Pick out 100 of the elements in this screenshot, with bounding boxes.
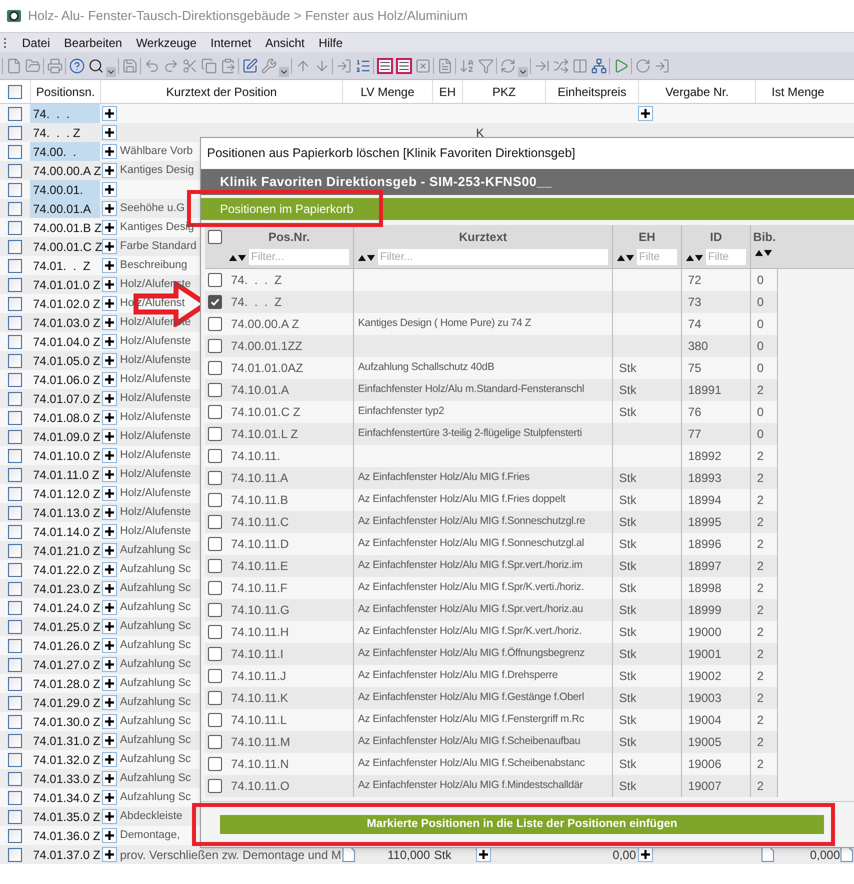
row-checkbox[interactable] [8,410,22,424]
row-checkbox[interactable] [8,164,22,178]
row-checkbox[interactable] [8,258,22,272]
row-checkbox[interactable] [8,696,22,710]
checkbox[interactable] [208,405,222,419]
checkbox[interactable] [208,383,222,397]
table-row[interactable]: 74.10.11.F Az Einfachfenster Holz/Alu MIG f.Spr/K.verti./horiz. Stk 18998 2 [205,577,778,599]
plus-icon[interactable] [102,448,116,463]
plus-icon[interactable] [102,391,116,406]
plus-icon[interactable] [102,106,116,121]
row-checkbox[interactable] [8,600,22,614]
lines-icon[interactable] [396,58,412,74]
help-icon[interactable] [69,58,85,74]
row-checkbox[interactable] [8,544,22,558]
table-row[interactable]: 74.10.11.L Az Einfachfenster Holz/Alu MIG f.Fenstergriff m.Rc Stk 19004 2 [205,709,778,731]
play-icon[interactable] [613,58,629,74]
checkbox[interactable] [208,735,222,749]
row-checkbox[interactable] [8,810,22,824]
row-checkbox[interactable] [8,430,22,444]
plus-icon[interactable] [102,486,116,501]
row-checkbox[interactable] [8,278,22,292]
plus-icon[interactable] [102,201,116,216]
menu-item[interactable]: Bearbeiten [57,34,130,52]
plus-icon[interactable] [102,220,116,235]
plus-icon[interactable] [102,258,116,273]
checkbox[interactable] [208,515,222,529]
table-row[interactable]: 74.10.11.C Az Einfachfenster Holz/Alu MIG f.Sonneschutzgl.re Stk 18995 2 [205,511,778,533]
table-row[interactable]: 74.10.11.M Az Einfachfenster Holz/Alu MIG f.Scheibenaufbau Stk 19005 2 [205,731,778,753]
checkbox[interactable] [208,581,222,595]
edit-icon[interactable] [242,58,258,74]
table-row[interactable]: 74.10.11.O Az Einfachfenster Holz/Alu MIG f.Mindestschalldär Stk 19007 2 [205,775,778,797]
sort-arrows-icon[interactable] [617,254,634,260]
plus-icon[interactable] [102,600,116,615]
plus-icon[interactable] [102,847,116,862]
document-icon[interactable] [761,847,774,862]
plus-icon[interactable] [102,676,116,691]
row-checkbox[interactable] [8,448,22,462]
checkbox[interactable] [208,625,222,639]
plus-icon[interactable] [102,657,116,672]
row-checkbox[interactable] [8,790,22,804]
row-checkbox[interactable] [8,562,22,576]
row-checkbox[interactable] [8,658,22,672]
column-header[interactable]: Ist Menge [755,80,840,103]
column-header[interactable]: ID [710,228,722,246]
row-checkbox[interactable] [8,126,22,140]
row-checkbox[interactable] [8,848,22,862]
checkbox[interactable] [208,647,222,661]
checkbox[interactable] [208,493,222,507]
dropdown-icon[interactable] [279,67,289,77]
column-header[interactable]: Vergabe Nr. [638,80,755,103]
dropdown-icon[interactable] [106,67,116,77]
plus-icon[interactable] [102,239,116,254]
checkbox[interactable] [208,537,222,551]
table-row[interactable]: 74.10.01.A Einfachfenster Holz/Alu m.Standard-Fensteranschl Stk 18991 2 [205,379,778,401]
plus-icon[interactable] [476,847,491,862]
column-header[interactable]: EH [432,80,462,103]
checkbox[interactable] [208,339,222,353]
row-checkbox[interactable] [8,240,22,254]
sort-arrows-icon[interactable] [755,249,772,256]
plus-icon[interactable] [638,106,653,121]
plus-icon[interactable] [102,125,116,140]
row-checkbox[interactable] [8,106,22,120]
plus-icon[interactable] [102,771,116,786]
column-header[interactable]: EH [638,228,656,246]
numbered-list-icon[interactable] [355,58,371,74]
row-checkbox[interactable] [8,372,22,386]
table-row[interactable]: 74.00.00.A Z Kantiges Design ( Home Pure) zu 74 Z 74 0 [205,313,778,335]
search-icon[interactable] [88,58,104,74]
filter-field[interactable]: Filte [706,249,746,265]
plus-icon[interactable] [102,296,116,311]
row-checkbox[interactable] [8,316,22,330]
checkbox[interactable] [208,230,222,244]
table-row[interactable]: 74.10.11.B Az Einfachfenster Holz/Alu MIG f.Fries doppelt Stk 18994 2 [205,489,778,511]
filter-field[interactable]: Filter... [378,249,608,265]
row-checkbox[interactable] [8,676,22,690]
plus-icon[interactable] [102,353,116,368]
row-checkbox[interactable] [8,620,22,634]
table-row[interactable]: 74.10.11.H Az Einfachfenster Holz/Alu MIG f.Spr/K.vert./horiz. Stk 19000 2 [205,621,778,643]
table-row[interactable]: 74.10.11.G Az Einfachfenster Holz/Alu MIG f.Spr.vert./horiz.au Stk 18999 2 [205,599,778,621]
column-header[interactable]: Einheitspreis [545,80,638,103]
sort-arrows-icon[interactable] [358,254,375,260]
plus-icon[interactable] [102,410,116,425]
filter-field[interactable]: Filter... [249,249,349,265]
menu-item[interactable]: Ansicht [258,34,312,52]
plus-icon[interactable] [102,543,116,558]
table-row[interactable]: 74.10.11.E Az Einfachfenster Holz/Alu MIG f.Spr.vert./horiz.im Stk 18997 2 [205,555,778,577]
row-checkbox[interactable] [8,84,22,98]
row-checkbox[interactable] [8,296,22,310]
menu-item[interactable]: Hilfe [312,34,350,52]
menu-item[interactable]: Datei [15,34,58,52]
row-checkbox[interactable] [8,734,22,748]
plus-icon[interactable] [102,182,116,197]
row-checkbox[interactable] [8,334,22,348]
table-row[interactable]: 74.10.11.K Az Einfachfenster Holz/Alu MIG f.Gestänge f.Oberl Stk 19003 2 [205,687,778,709]
plus-icon[interactable] [102,315,116,330]
row-checkbox[interactable] [8,220,22,234]
row-checkbox[interactable] [8,752,22,766]
plus-icon[interactable] [102,562,116,577]
table-row[interactable]: 74.10.11. 18992 2 [205,445,778,467]
plus-icon[interactable] [102,695,116,710]
